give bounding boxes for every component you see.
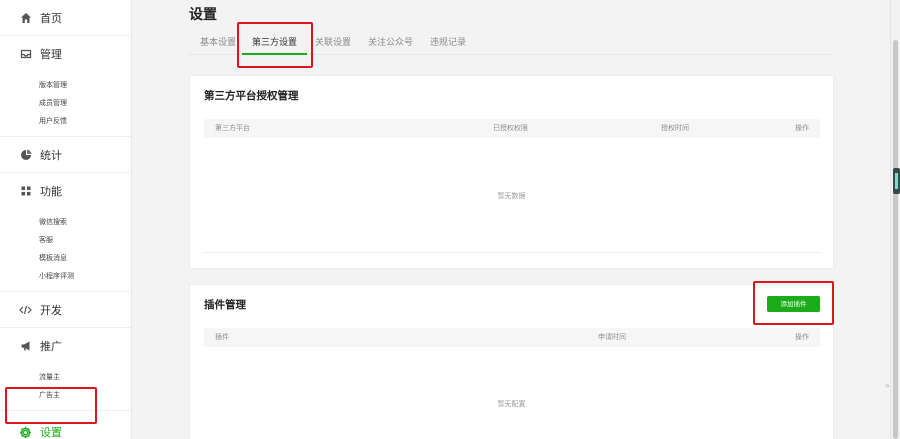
tab-third-party-settings[interactable]: 第三方设置 — [242, 36, 308, 55]
sidebar-item-label: 设置 — [40, 426, 62, 439]
tab-basic-settings[interactable]: 基本设置 — [200, 36, 236, 55]
sidebar-subitem-members[interactable]: 成员管理 — [0, 94, 131, 112]
divider — [204, 252, 820, 253]
sidebar-item-manage[interactable]: 管理 — [0, 36, 131, 72]
column-header-actions: 操作 — [795, 333, 809, 341]
sidebar-subitem-version[interactable]: 版本管理 — [0, 76, 131, 94]
sidebar-item-features[interactable]: 功能 — [0, 173, 131, 209]
main-content: 设置 基本设置 第三方设置 关联设置 关注公众号 违规记录 第三方平台授权管理 … — [132, 0, 890, 439]
card-title: 第三方平台授权管理 — [204, 90, 299, 102]
sidebar-item-stats[interactable]: 统计 — [0, 137, 131, 173]
column-header-apply-time: 申请时间 — [598, 333, 626, 341]
pie-chart-icon — [19, 148, 32, 161]
gear-icon — [19, 426, 32, 439]
expand-arrow-icon[interactable]: » — [885, 381, 890, 390]
sidebar-subitem-search[interactable]: 微信搜索 — [0, 213, 131, 231]
inbox-icon — [19, 48, 32, 61]
empty-state: 暂无配置 — [497, 400, 526, 408]
card-title: 插件管理 — [204, 299, 246, 311]
promo-submenu: 流量主 广告主 — [0, 364, 131, 411]
sidebar-item-dev[interactable]: 开发 — [0, 292, 131, 328]
empty-state: 暂无数据 — [497, 192, 526, 200]
column-header-platform: 第三方平台 — [215, 124, 250, 132]
sidebar: 首页 管理 版本管理 成员管理 用户反馈 统计 功能 微信搜索 客服 模板消息 … — [0, 0, 132, 439]
third-party-card: 第三方平台授权管理 第三方平台 已授权权限 授权时间 操作 暂无数据 — [189, 75, 834, 269]
sidebar-item-settings[interactable]: 设置 — [0, 414, 131, 439]
manage-submenu: 版本管理 成员管理 用户反馈 — [0, 72, 131, 137]
features-submenu: 微信搜索 客服 模板消息 小程序评测 — [0, 209, 131, 292]
side-panel-handle[interactable] — [893, 168, 900, 194]
grid-icon — [19, 185, 32, 198]
column-header-permissions: 已授权权限 — [493, 124, 528, 132]
home-icon — [19, 11, 32, 24]
sidebar-item-home[interactable]: 首页 — [0, 0, 131, 36]
sidebar-item-label: 开发 — [40, 303, 62, 317]
table-header: 插件 申请时间 操作 — [204, 328, 820, 347]
settings-tabs: 基本设置 第三方设置 关联设置 关注公众号 违规记录 — [189, 36, 834, 55]
column-header-plugin: 插件 — [215, 333, 229, 341]
sidebar-item-label: 推广 — [40, 340, 62, 353]
sidebar-item-label: 管理 — [40, 48, 62, 61]
scrollbar-thumb[interactable] — [893, 40, 898, 439]
sidebar-subitem-advertiser[interactable]: 广告主 — [0, 386, 131, 404]
table-header: 第三方平台 已授权权限 授权时间 操作 — [204, 119, 820, 138]
sidebar-subitem-service[interactable]: 客服 — [0, 231, 131, 249]
sidebar-subitem-review[interactable]: 小程序评测 — [0, 267, 131, 285]
sidebar-item-label: 首页 — [40, 11, 62, 25]
sidebar-item-label: 功能 — [40, 185, 62, 198]
plugins-card: 插件管理 添加插件 插件 申请时间 操作 暂无配置 — [189, 284, 834, 439]
column-header-actions: 操作 — [795, 124, 809, 132]
sidebar-subitem-publisher[interactable]: 流量主 — [0, 368, 131, 386]
tab-associated-settings[interactable]: 关联设置 — [315, 36, 351, 55]
add-plugin-button[interactable]: 添加插件 — [767, 296, 820, 312]
code-icon — [19, 303, 32, 316]
column-header-auth-time: 授权时间 — [661, 124, 689, 132]
tab-violation-records[interactable]: 违规记录 — [430, 36, 466, 55]
page-title: 设置 — [189, 7, 217, 23]
sidebar-item-promo[interactable]: 推广 — [0, 328, 131, 364]
sidebar-item-label: 统计 — [40, 148, 62, 162]
sidebar-subitem-feedback[interactable]: 用户反馈 — [0, 112, 131, 130]
megaphone-icon — [19, 340, 32, 353]
tab-followed-accounts[interactable]: 关注公众号 — [368, 36, 413, 55]
sidebar-subitem-template[interactable]: 模板消息 — [0, 249, 131, 267]
